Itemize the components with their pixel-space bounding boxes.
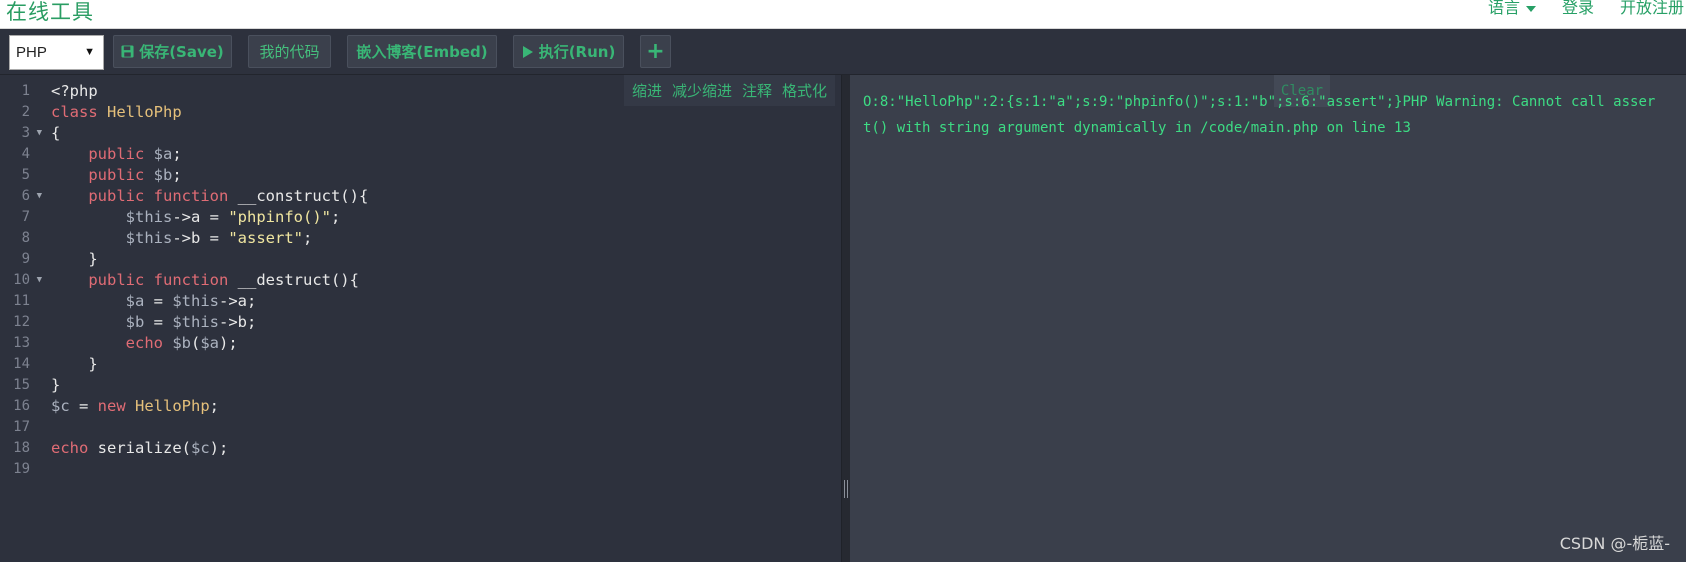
line-number: 12: [13, 314, 30, 330]
output-panel: Clear O:8:"HelloPhp":2:{s:1:"a";s:9:"php…: [850, 75, 1686, 562]
code-line[interactable]: class HelloPhp: [51, 102, 368, 123]
line-number: 8: [21, 230, 30, 246]
line-number: 7: [21, 209, 30, 225]
line-number: 17: [13, 419, 30, 435]
code-line[interactable]: $this->a = "phpinfo()";: [51, 207, 368, 228]
brand-title[interactable]: 在线工具: [6, 0, 94, 26]
save-label: 保存(Save): [139, 43, 224, 61]
line-number: 10 ▼: [0, 270, 44, 291]
code-content[interactable]: <?php class HelloPhp{ public $a; public $…: [51, 81, 368, 480]
format-button[interactable]: 格式化: [782, 80, 827, 101]
comment-button[interactable]: 注释: [742, 80, 772, 101]
language-select[interactable]: PHP ▼: [9, 35, 104, 70]
pane-splitter[interactable]: [842, 75, 850, 562]
line-number: 18: [13, 440, 30, 456]
line-number: 19: [13, 461, 30, 477]
code-line[interactable]: ​: [51, 459, 368, 480]
line-number: 1: [21, 83, 30, 99]
code-line[interactable]: public $b;: [51, 165, 368, 186]
register-link[interactable]: 开放注册: [1620, 0, 1684, 17]
code-line[interactable]: $this->b = "assert";: [51, 228, 368, 249]
outdent-button[interactable]: 减少缩进: [672, 80, 732, 101]
line-number: 3 ▼: [0, 123, 44, 144]
code-line[interactable]: public function __destruct(){: [51, 270, 368, 291]
fold-arrow-icon[interactable]: ▼: [37, 186, 42, 207]
code-line[interactable]: }: [51, 354, 368, 375]
line-number: 4: [21, 146, 30, 162]
language-label: 语言: [1487, 0, 1520, 17]
code-line[interactable]: {: [51, 123, 368, 144]
editor-tools: 缩进 减少缩进 注释 格式化: [624, 75, 836, 106]
indent-button[interactable]: 缩进: [632, 80, 662, 101]
save-button[interactable]: 保存(Save): [113, 35, 232, 68]
language-menu[interactable]: 语言: [1488, 0, 1536, 17]
code-line[interactable]: public $a;: [51, 144, 368, 165]
run-button[interactable]: 执行(Run): [513, 35, 624, 68]
fold-arrow-icon[interactable]: ▼: [37, 270, 42, 291]
line-number: 15: [13, 377, 30, 393]
line-number: 13: [13, 335, 30, 351]
code-line[interactable]: echo serialize($c);: [51, 438, 368, 459]
toolbar: PHP ▼ 保存(Save) 我的代码 嵌入博客(Embed) 执行(Run) …: [0, 29, 1686, 75]
code-line[interactable]: $a = $this->a;: [51, 291, 368, 312]
language-select-value: PHP: [16, 44, 47, 61]
output-text: O:8:"HelloPhp":2:{s:1:"a";s:9:"phpinfo()…: [863, 94, 1656, 136]
drag-handle-icon[interactable]: [844, 480, 848, 498]
line-number: 9: [21, 251, 30, 267]
run-label: 执行(Run): [538, 43, 616, 61]
line-number: 2: [21, 104, 30, 120]
watermark: CSDN @-栀蓝-: [1559, 534, 1670, 553]
code-line[interactable]: }: [51, 375, 368, 396]
code-line[interactable]: public function __construct(){: [51, 186, 368, 207]
code-line[interactable]: $b = $this->b;: [51, 312, 368, 333]
code-line[interactable]: echo $b($a);: [51, 333, 368, 354]
nav-links: 语言 登录 开放注册: [1488, 0, 1686, 27]
code-line[interactable]: }: [51, 249, 368, 270]
line-number: 6 ▼: [0, 186, 44, 207]
dropdown-arrow-icon: ▼: [84, 46, 95, 58]
code-line[interactable]: ​: [51, 417, 368, 438]
line-number: 11: [13, 293, 30, 309]
top-nav: 在线工具 语言 登录 开放注册: [0, 0, 1686, 29]
embed-button[interactable]: 嵌入博客(Embed): [347, 35, 497, 68]
code-editor[interactable]: 1 2 3 ▼ 4 5 6 ▼ 7 8 9 10 ▼ 11 12 13 14 15 1…: [0, 75, 842, 562]
code-line[interactable]: <?php: [51, 81, 368, 102]
floppy-disk-icon: [121, 45, 134, 58]
play-icon: [522, 45, 533, 58]
line-number: 14: [13, 356, 30, 372]
code-line[interactable]: $c = new HelloPhp;: [51, 396, 368, 417]
add-button[interactable]: +: [640, 35, 671, 68]
line-gutter: 1 2 3 ▼ 4 5 6 ▼ 7 8 9 10 ▼ 11 12 13 14 15 1…: [0, 81, 44, 480]
line-number: 5: [21, 167, 30, 183]
fold-arrow-icon[interactable]: ▼: [37, 123, 42, 144]
my-code-button[interactable]: 我的代码: [248, 35, 331, 68]
caret-down-icon: [1525, 6, 1536, 12]
line-number: 16: [13, 398, 30, 414]
login-link[interactable]: 登录: [1562, 0, 1594, 17]
